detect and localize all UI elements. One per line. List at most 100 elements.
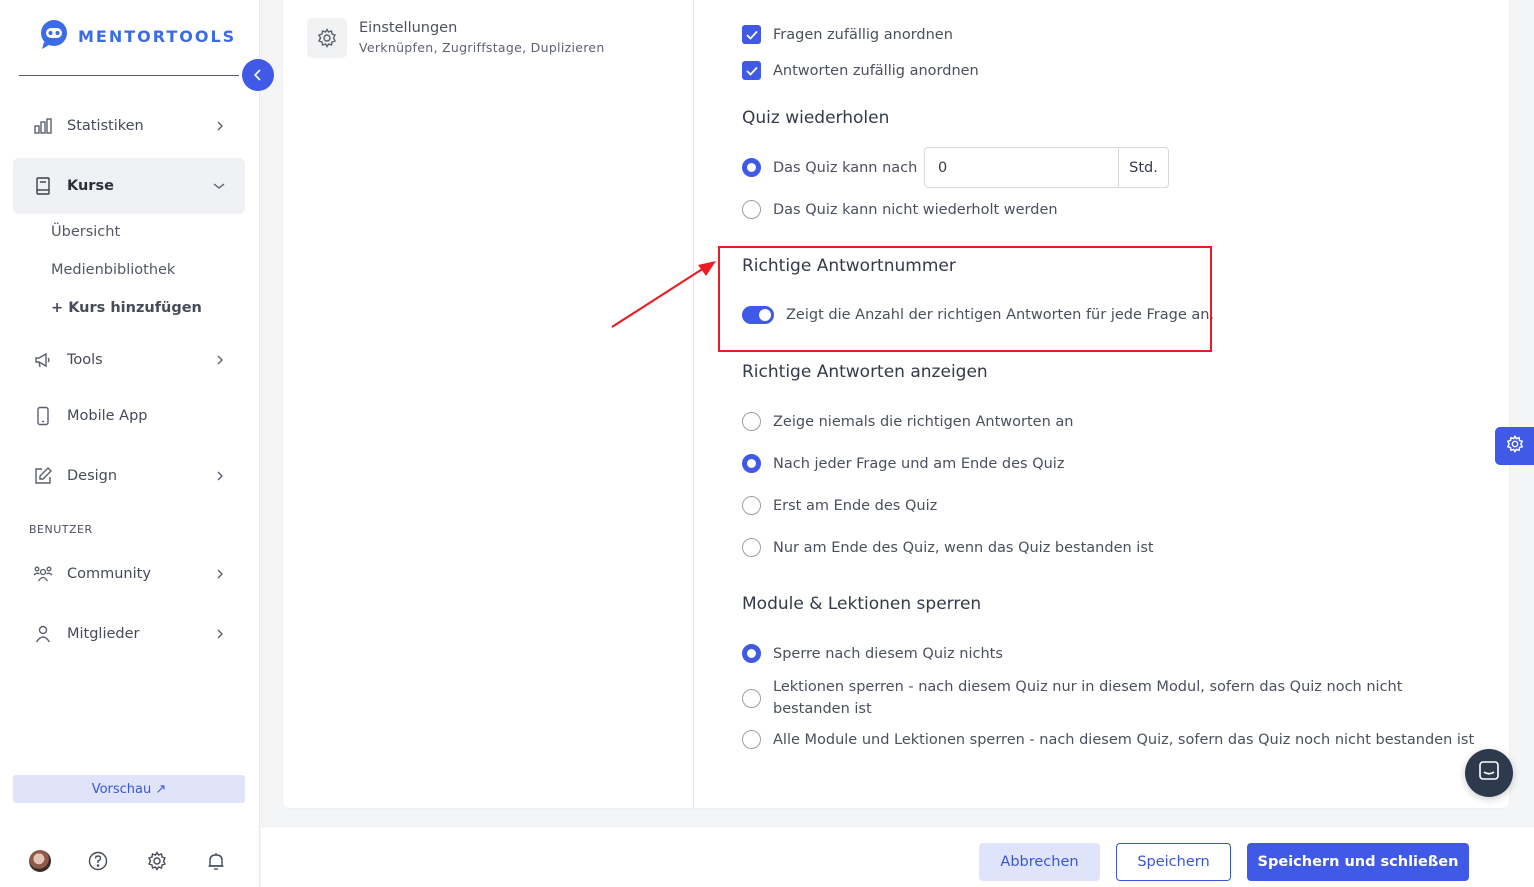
chevron-down-icon: [213, 181, 225, 191]
mobile-icon: [29, 406, 57, 426]
bar-chart-icon: [29, 116, 57, 136]
sidebar-footer: [29, 849, 263, 873]
tab-subtitle: Verknüpfen, Zugriffstage, Duplizieren: [359, 40, 605, 55]
option-label: Das Quiz kann nicht wiederholt werden: [773, 201, 1058, 218]
edit-icon: [29, 466, 57, 486]
radio-button[interactable]: [742, 688, 761, 708]
sidebar-item-label: Statistiken: [67, 118, 144, 134]
chevron-right-icon: [215, 569, 225, 579]
radio-button[interactable]: [742, 412, 761, 431]
radio-repeat-never[interactable]: Das Quiz kann nicht wiederholt werden: [742, 200, 1058, 219]
gear-icon: [1506, 434, 1524, 457]
heading-richtige-antworten-anzeigen: Richtige Antworten anzeigen: [742, 362, 988, 382]
option-label: Nur am Ende des Quiz, wenn das Quiz best…: [773, 539, 1154, 556]
sidebar-item-label: Mitglieder: [67, 626, 140, 642]
radio-show-never[interactable]: Zeige niemals die richtigen Antworten an: [742, 412, 1073, 431]
sidebar-item-mobile-app[interactable]: Mobile App: [13, 388, 245, 444]
checkbox-checked[interactable]: [742, 61, 761, 80]
help-icon[interactable]: [86, 849, 110, 873]
chat-button[interactable]: [1465, 749, 1513, 797]
cancel-button[interactable]: Abbrechen: [979, 843, 1100, 881]
chevron-right-icon: [215, 355, 225, 365]
section-label-benutzer: BENUTZER: [29, 523, 93, 536]
toggle-switch[interactable]: [742, 306, 774, 324]
radio-button[interactable]: [742, 158, 761, 177]
option-label: Alle Module und Lektionen sperren - nach…: [773, 731, 1475, 748]
sidebar: MENTORTOOLS Statistiken Kurse Übersicht …: [0, 0, 260, 887]
hours-unit: Std.: [1118, 148, 1168, 187]
megaphone-icon: [29, 350, 57, 370]
radio-button[interactable]: [742, 200, 761, 219]
tab-title: Einstellungen: [359, 20, 458, 36]
chevron-right-icon: [215, 121, 225, 131]
radio-button[interactable]: [742, 496, 761, 515]
save-button[interactable]: Speichern: [1116, 843, 1231, 881]
gear-icon[interactable]: [145, 849, 169, 873]
preview-button[interactable]: Vorschau ↗: [13, 775, 245, 803]
community-icon: [29, 564, 57, 584]
radio-button[interactable]: [742, 538, 761, 557]
chevron-right-icon: [215, 471, 225, 481]
sidebar-item-statistiken[interactable]: Statistiken: [13, 98, 245, 154]
option-label: Erst am Ende des Quiz: [773, 497, 938, 514]
sidebar-item-label: Design: [67, 468, 118, 484]
divider: [19, 75, 239, 76]
logo-text: MENTORTOOLS: [78, 26, 237, 46]
radio-show-when-passed[interactable]: Nur am Ende des Quiz, wenn das Quiz best…: [742, 538, 1154, 557]
radio-repeat-after[interactable]: Das Quiz kann nach: [742, 158, 917, 177]
collapse-sidebar-button[interactable]: [242, 59, 274, 91]
radio-button[interactable]: [742, 644, 761, 663]
avatar[interactable]: [29, 850, 51, 872]
radio-lock-lessons[interactable]: Lektionen sperren - nach diesem Quiz nur…: [742, 676, 1452, 720]
option-label: Zeige niemals die richtigen Antworten an: [773, 413, 1074, 430]
sidebar-item-label: Mobile App: [67, 408, 148, 424]
user-icon: [29, 624, 57, 644]
annotation-arrow: [611, 261, 716, 328]
radio-lock-nothing[interactable]: Sperre nach diesem Quiz nichts: [742, 644, 1003, 663]
checkbox-checked[interactable]: [742, 25, 761, 44]
option-label: Sperre nach diesem Quiz nichts: [773, 645, 1003, 662]
tab-einstellungen[interactable]: Einstellungen Verknüpfen, Zugriffstage, …: [307, 18, 605, 58]
gear-icon: [307, 18, 347, 58]
option-label: Zeigt die Anzahl der richtigen Antworten…: [786, 307, 1215, 323]
toggle-correct-count[interactable]: Zeigt die Anzahl der richtigen Antworten…: [742, 306, 1214, 324]
option-label: Lektionen sperren - nach diesem Quiz nur…: [773, 679, 1403, 717]
checkbox-random-answers[interactable]: Antworten zufällig anordnen: [742, 61, 979, 80]
settings-fab-button[interactable]: [1495, 427, 1534, 465]
sidebar-item-label: Tools: [67, 352, 103, 368]
radio-lock-all[interactable]: Alle Module und Lektionen sperren - nach…: [742, 730, 1474, 749]
sidebar-item-design[interactable]: Design: [13, 448, 245, 504]
radio-show-at-end[interactable]: Erst am Ende des Quiz: [742, 496, 937, 515]
sidebar-item-kurse[interactable]: Kurse: [13, 158, 245, 214]
save-and-close-button[interactable]: Speichern und schließen: [1247, 843, 1469, 881]
option-label: Nach jeder Frage und am Ende des Quiz: [773, 455, 1065, 472]
sidebar-subitem-uebersicht[interactable]: Übersicht: [51, 224, 120, 240]
book-icon: [29, 176, 57, 196]
repeat-hours-input-group: Std.: [924, 147, 1169, 188]
heading-richtige-antwortnummer: Richtige Antwortnummer: [742, 256, 956, 276]
radio-show-after-each[interactable]: Nach jeder Frage und am Ende des Quiz: [742, 454, 1064, 473]
robot-logo-icon: [38, 18, 70, 54]
chevron-right-icon: [215, 629, 225, 639]
sidebar-item-label: Community: [67, 566, 151, 582]
chat-icon: [1478, 760, 1500, 786]
bell-icon[interactable]: [204, 849, 228, 873]
checkbox-random-questions[interactable]: Fragen zufällig anordnen: [742, 25, 953, 44]
heading-module-lektionen-sperren: Module & Lektionen sperren: [742, 594, 982, 614]
sidebar-item-mitglieder[interactable]: Mitglieder: [13, 606, 245, 662]
chevron-left-icon: [253, 66, 263, 85]
heading-quiz-wiederholen: Quiz wiederholen: [742, 108, 890, 128]
sidebar-item-community[interactable]: Community: [13, 546, 245, 602]
radio-button[interactable]: [742, 730, 761, 749]
sidebar-subitem-kurs-hinzufuegen[interactable]: + Kurs hinzufügen: [51, 300, 202, 316]
option-label: Antworten zufällig anordnen: [773, 62, 979, 79]
radio-button[interactable]: [742, 454, 761, 473]
sidebar-item-tools[interactable]: Tools: [13, 332, 245, 388]
sidebar-item-label: Kurse: [67, 178, 114, 194]
divider: [693, 0, 694, 808]
sidebar-subitem-medienbibliothek[interactable]: Medienbibliothek: [51, 262, 175, 278]
option-label: Das Quiz kann nach: [773, 159, 918, 176]
option-label: Fragen zufällig anordnen: [773, 26, 953, 43]
repeat-hours-input[interactable]: [925, 148, 1118, 187]
logo[interactable]: MENTORTOOLS: [38, 18, 236, 54]
